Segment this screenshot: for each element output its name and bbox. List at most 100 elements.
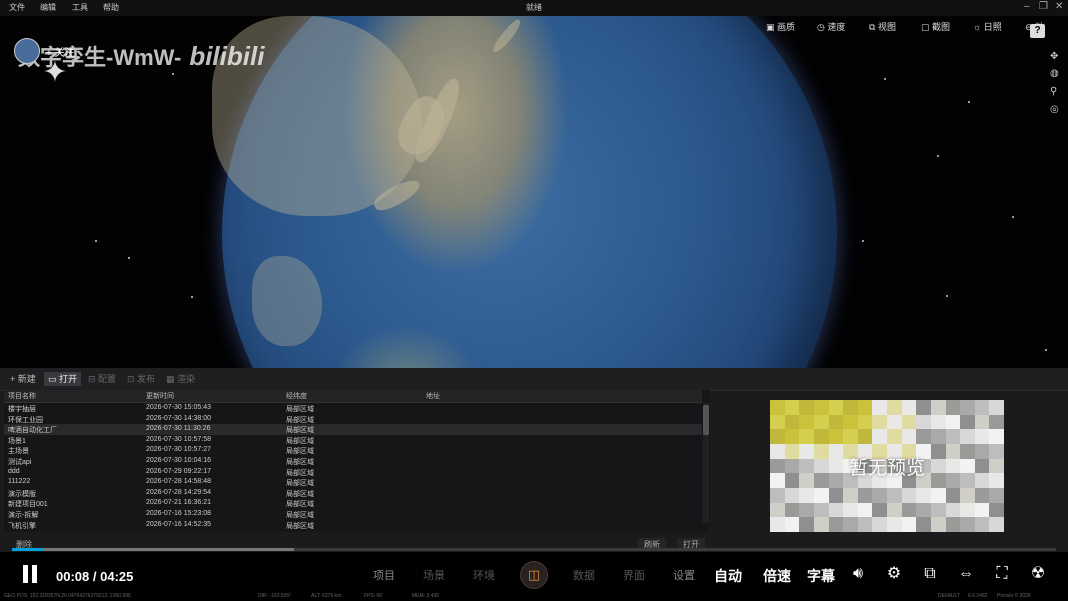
cell-updated: 2026-07-21 16:36:21 bbox=[146, 499, 211, 507]
open-project-button[interactable]: ▭ 打开 bbox=[44, 372, 82, 386]
cell-latlng: 局部区域 bbox=[286, 501, 314, 509]
config-button[interactable]: ⊟ 配置 bbox=[84, 372, 120, 386]
cell-latlng: 局部区域 bbox=[286, 437, 314, 445]
table-row[interactable]: ddd 2026-07-29 09:22:17 局部区域 bbox=[4, 467, 702, 478]
no-preview-text: 暂无预览 bbox=[848, 457, 925, 479]
radiation-icon[interactable]: ☢ bbox=[1028, 565, 1048, 583]
layers-icon[interactable]: ◎ bbox=[1050, 104, 1059, 115]
cell-name: 环保工业园 bbox=[8, 416, 43, 424]
pan-icon[interactable]: ✥ bbox=[1050, 51, 1058, 62]
table-row[interactable]: 测试api 2026-07-30 10:04:16 局部区域 bbox=[4, 456, 702, 467]
cell-latlng: 局部区域 bbox=[286, 490, 314, 498]
nav-interface[interactable]: 界面 bbox=[623, 567, 645, 583]
cell-latlng: 局部区域 bbox=[286, 448, 314, 456]
cell-updated: 2026-07-28 14:58:48 bbox=[146, 478, 211, 486]
nav-project[interactable]: 项目 bbox=[373, 567, 395, 583]
window-title: 就绪 bbox=[526, 3, 542, 12]
progress-buffered bbox=[12, 548, 294, 551]
progress-played bbox=[12, 548, 45, 551]
cell-latlng: 局部区域 bbox=[286, 427, 314, 435]
cell-latlng: 局部区域 bbox=[286, 512, 314, 519]
table-scrollbar[interactable] bbox=[703, 403, 709, 523]
minimize-icon[interactable]: – bbox=[1024, 1, 1030, 12]
widescreen-icon[interactable]: ⇔ bbox=[956, 565, 976, 583]
volume-icon[interactable]: 🔊︎ bbox=[848, 565, 868, 583]
cell-updated: 2026-07-30 10:57:58 bbox=[146, 435, 211, 443]
video-progress-bar[interactable] bbox=[12, 548, 1056, 551]
table-row[interactable]: 场景1 2026-07-30 10:57:58 局部区域 bbox=[4, 435, 702, 446]
cell-name: 演示模版 bbox=[8, 490, 36, 498]
quality-tool[interactable]: ▣ 画质 bbox=[766, 20, 795, 33]
table-row[interactable]: 啤酒自动化工厂 2026-07-30 11:30:26 局部区域 bbox=[4, 424, 702, 435]
cell-updated: 2026-07-30 15:05:43 bbox=[146, 404, 211, 411]
cell-updated: 2026-07-30 11:30:26 bbox=[146, 425, 211, 433]
menu-edit[interactable]: 编辑 bbox=[40, 2, 56, 13]
project-preview: 暂无预览 bbox=[770, 400, 1004, 532]
current-time: 00:08 bbox=[56, 569, 90, 584]
cell-name: 楼宇抽层 bbox=[8, 406, 36, 413]
table-row[interactable]: 111222 2026-07-28 14:58:48 局部区域 bbox=[4, 477, 702, 488]
nav-data[interactable]: 数据 bbox=[573, 567, 595, 583]
time-display: 00:08 / 04:25 bbox=[56, 569, 134, 584]
cell-latlng: 局部区域 bbox=[286, 522, 314, 530]
cell-latlng: 局部区域 bbox=[286, 469, 314, 477]
nav-environment[interactable]: 环境 bbox=[473, 567, 495, 583]
earth-globe[interactable] bbox=[212, 16, 837, 368]
picture-in-picture-icon[interactable]: ⧉ bbox=[920, 565, 940, 583]
col-updated[interactable]: 更新时间 bbox=[146, 391, 174, 401]
pause-button[interactable] bbox=[22, 565, 38, 583]
cell-updated: 2026-07-30 10:04:16 bbox=[146, 457, 211, 464]
compass-icon[interactable]: ✦ bbox=[38, 56, 72, 90]
nav-settings[interactable]: 设置 bbox=[673, 567, 695, 583]
status-mem: MEM: 3.430 bbox=[412, 593, 439, 599]
globe-icon[interactable]: ◍ bbox=[1050, 68, 1059, 79]
status-default: DEFAULT bbox=[938, 593, 961, 599]
table-row[interactable]: 环保工业园 2026-07-30 14:38:00 局部区域 bbox=[4, 414, 702, 425]
menu-help[interactable]: 帮助 bbox=[103, 2, 119, 13]
cell-latlng: 局部区域 bbox=[286, 459, 314, 466]
table-row[interactable]: 演示-拆解 2026-07-16 15:23:08 局部区域 bbox=[4, 509, 702, 520]
help-icon[interactable]: ? bbox=[1030, 24, 1045, 38]
cell-latlng: 局部区域 bbox=[286, 480, 314, 488]
table-row[interactable]: 飞机引擎 2026-07-16 14:52:35 局部区域 bbox=[4, 520, 702, 531]
view-tool[interactable]: ⧉ 视图 bbox=[869, 20, 896, 33]
publish-button[interactable]: ⊡ 发布 bbox=[123, 372, 159, 386]
new-project-button[interactable]: + 新建 bbox=[6, 372, 40, 386]
status-dir: DIR: -163.505° bbox=[258, 593, 292, 599]
cell-name: 啤酒自动化工厂 bbox=[8, 427, 57, 435]
nav-scene[interactable]: 场景 bbox=[423, 567, 445, 583]
menu-file[interactable]: 文件 bbox=[9, 2, 25, 13]
cell-updated: 2026-07-30 14:38:00 bbox=[146, 414, 211, 422]
table-row[interactable]: 主场景 2026-07-30 10:57:27 局部区域 bbox=[4, 445, 702, 456]
project-panel: + 新建 ▭ 打开 ⊟ 配置 ⊡ 发布 ▦ 渲染 项目名称 更新时间 经纬度 地… bbox=[0, 368, 1068, 552]
speed-tool[interactable]: ◷ 速度 bbox=[817, 20, 845, 33]
project-table: 项目名称 更新时间 经纬度 地址 楼宇抽层 2026-07-30 15:05:43… bbox=[4, 390, 710, 532]
cell-name: 主场景 bbox=[8, 448, 29, 456]
app-logo-icon[interactable]: ◫ bbox=[520, 561, 548, 589]
col-address[interactable]: 地址 bbox=[426, 391, 440, 401]
col-name[interactable]: 项目名称 bbox=[8, 391, 36, 401]
table-row[interactable]: 新建项目001 2026-07-21 16:36:21 局部区域 bbox=[4, 498, 702, 509]
subtitle-button[interactable]: 字幕 bbox=[807, 566, 835, 586]
close-icon[interactable]: ✕ bbox=[1055, 1, 1063, 12]
cell-latlng: 局部区域 bbox=[286, 406, 314, 413]
person-icon[interactable]: ⚲ bbox=[1050, 86, 1057, 97]
quality-auto-button[interactable]: 自动 bbox=[714, 566, 742, 586]
fullscreen-icon[interactable]: ⛶ bbox=[992, 565, 1012, 583]
table-row[interactable]: 演示模版 2026-07-28 14:29:54 局部区域 bbox=[4, 488, 702, 499]
col-latlng[interactable]: 经纬度 bbox=[286, 391, 307, 401]
screenshot-tool[interactable]: ▢ 截图 bbox=[921, 20, 950, 33]
status-alt: ALT: 6379 km bbox=[311, 593, 342, 599]
sunlight-tool[interactable]: ☼ 日照 bbox=[973, 20, 1002, 33]
globe-viewport[interactable]: 数字孪生-WmW-bilibili + 关注 ✦ ▣ 画质 ◷ 速度 ⧉ 视图 … bbox=[0, 16, 1068, 368]
cell-name: 场景1 bbox=[8, 437, 26, 445]
restore-icon[interactable]: ❐ bbox=[1039, 1, 1048, 12]
cell-name: 测试api bbox=[8, 459, 32, 466]
render-button[interactable]: ▦ 渲染 bbox=[162, 372, 199, 386]
table-row[interactable]: 楼宇抽层 2026-07-30 15:05:43 局部区域 bbox=[4, 403, 702, 414]
speed-button[interactable]: 倍速 bbox=[763, 566, 791, 586]
cell-name: 111222 bbox=[8, 478, 31, 486]
menu-tools[interactable]: 工具 bbox=[72, 2, 88, 13]
settings-icon[interactable]: ⚙ bbox=[884, 565, 904, 583]
table-header: 项目名称 更新时间 经纬度 地址 bbox=[4, 390, 702, 403]
